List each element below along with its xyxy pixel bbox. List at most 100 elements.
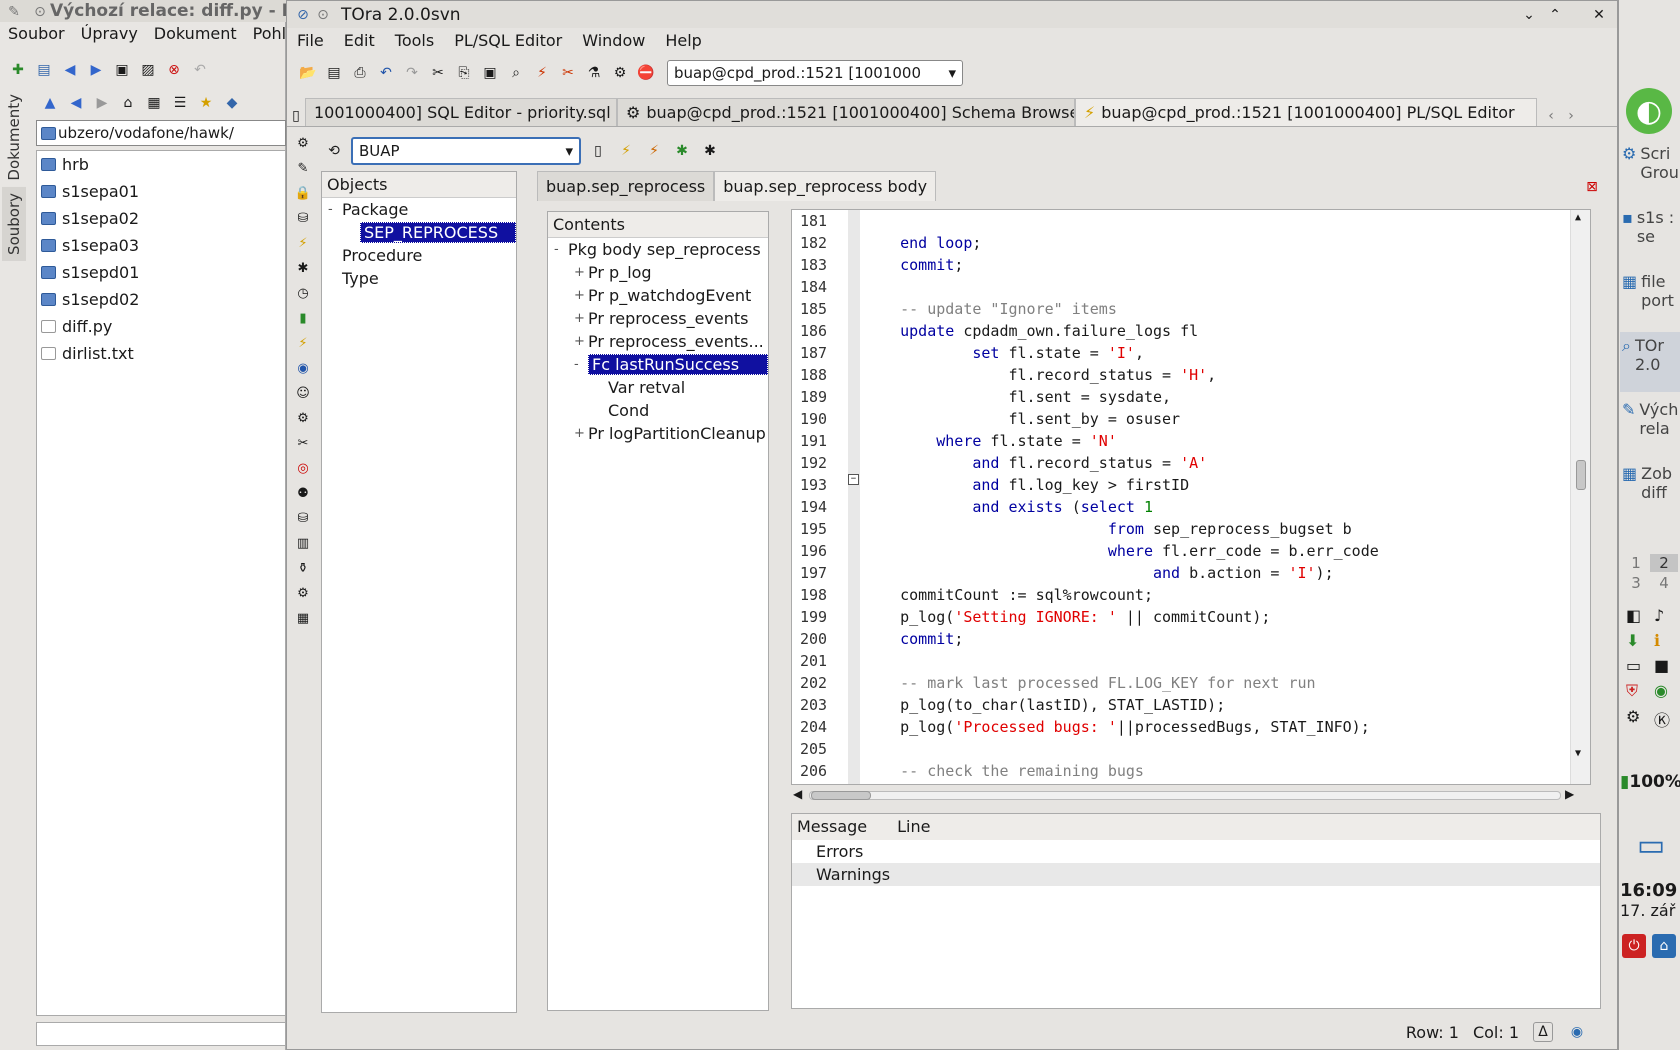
- collapse-icon[interactable]: -: [554, 242, 568, 257]
- bookmark-icon[interactable]: ★: [196, 93, 216, 113]
- fb-forward-icon[interactable]: ▶: [92, 93, 112, 113]
- scroll-up-icon[interactable]: ▲: [1575, 212, 1581, 223]
- maximize-icon[interactable]: ⌃: [1545, 5, 1565, 25]
- scroll-right-icon[interactable]: ▶: [1565, 787, 1574, 801]
- horizontal-scrollbar[interactable]: ◀ ▶: [791, 787, 1591, 805]
- code-line[interactable]: -- update "Ignore" items: [860, 298, 1570, 320]
- task-file-portal[interactable]: ▦ file port: [1620, 268, 1680, 328]
- minimize-icon[interactable]: ⌄: [1519, 5, 1539, 25]
- file-list-item[interactable]: s1sepa02: [37, 205, 285, 232]
- forward-icon[interactable]: ▶: [86, 60, 106, 80]
- tab-soubory[interactable]: Soubory: [2, 186, 26, 261]
- refresh-icon[interactable]: ⟲: [323, 140, 345, 162]
- scroll-down-icon[interactable]: ▼: [1575, 748, 1581, 759]
- laptop-icon[interactable]: ▭: [1626, 828, 1676, 868]
- code-text[interactable]: end loop; commit; -- update "Ignore" ite…: [860, 210, 1570, 784]
- tree-item[interactable]: Var retval: [548, 376, 768, 399]
- expand-icon[interactable]: +: [574, 334, 588, 349]
- redo-icon[interactable]: ↷: [401, 62, 423, 84]
- globe-icon[interactable]: ◉: [294, 358, 312, 378]
- desktop-1[interactable]: 1: [1622, 554, 1650, 572]
- tree-item[interactable]: Type: [322, 267, 516, 290]
- code-line[interactable]: end loop;: [860, 232, 1570, 254]
- stop-icon[interactable]: ⛔: [635, 62, 657, 84]
- lock-icon[interactable]: ⌂: [1652, 934, 1676, 958]
- db-compare-icon[interactable]: ⛁: [294, 508, 312, 528]
- task-kate[interactable]: ✎ Vých rela: [1620, 396, 1680, 456]
- file-list-item[interactable]: s1sepa03: [37, 232, 285, 259]
- task-tora[interactable]: ⌕ TOr 2.0: [1620, 332, 1680, 392]
- info-icon[interactable]: ℹ: [1654, 631, 1676, 650]
- file-list-item[interactable]: s1sepa01: [37, 178, 285, 205]
- sync-icon[interactable]: ◆: [222, 93, 242, 113]
- file-list-item[interactable]: s1sepd01: [37, 259, 285, 286]
- session-icon[interactable]: ☺: [294, 383, 312, 403]
- up-icon[interactable]: ▲: [40, 93, 60, 113]
- back-icon[interactable]: ◀: [60, 60, 80, 80]
- vertical-scrollbar[interactable]: ▲ ▼: [1570, 210, 1590, 784]
- monitor-icon[interactable]: ⚙: [294, 408, 312, 428]
- power-icon[interactable]: ⏻: [1622, 934, 1646, 958]
- close-editor-icon[interactable]: ⊠: [1582, 177, 1602, 197]
- code-line[interactable]: and fl.log_key > firstID: [860, 474, 1570, 496]
- save-icon[interactable]: ▤: [34, 60, 54, 80]
- connection-select[interactable]: buap@cpd_prod.:1521 [1001000 ▾: [667, 60, 963, 86]
- code-line[interactable]: [860, 276, 1570, 298]
- paste-icon[interactable]: ▣: [479, 62, 501, 84]
- close-icon[interactable]: ✕: [1589, 5, 1609, 25]
- compile-icon[interactable]: ⚡: [615, 140, 637, 162]
- task-diff[interactable]: ▦ Zob diff: [1620, 460, 1680, 520]
- new-sheet-icon[interactable]: ▯: [587, 140, 609, 162]
- tab-sql-editor[interactable]: 1001000400] SQL Editor - priority.sql: [305, 98, 617, 126]
- rollback-segment-icon[interactable]: ⚱: [294, 558, 312, 578]
- lifebuoy-icon[interactable]: ◎: [294, 458, 312, 478]
- code-line[interactable]: and fl.record_status = 'A': [860, 452, 1570, 474]
- delta-icon[interactable]: Δ: [1533, 1022, 1553, 1042]
- volume-icon[interactable]: ♪: [1654, 606, 1676, 625]
- copy-icon[interactable]: ⎘: [453, 62, 475, 84]
- code-line[interactable]: -- check the remaining bugs: [860, 760, 1570, 782]
- code-line[interactable]: from sep_reprocess_bugset b: [860, 518, 1570, 540]
- desktop-3[interactable]: 3: [1622, 574, 1650, 592]
- kate-filter-field[interactable]: [36, 1022, 286, 1046]
- cut-icon[interactable]: ✂: [427, 62, 449, 84]
- menu-plsql-editor[interactable]: PL/SQL Editor: [444, 29, 572, 53]
- rollback-icon[interactable]: ⚙: [609, 62, 631, 84]
- plsql-icon[interactable]: ⚡: [294, 233, 312, 253]
- code-line[interactable]: p_log('Processed bugs: '||processedBugs,…: [860, 716, 1570, 738]
- code-line[interactable]: fl.record_status = 'H',: [860, 364, 1570, 386]
- detail-view-icon[interactable]: ▦: [144, 93, 164, 113]
- pin-icon[interactable]: ⊙: [313, 5, 333, 25]
- code-line[interactable]: commit;: [860, 254, 1570, 276]
- screen-icon[interactable]: ■: [1654, 656, 1676, 675]
- sql-output-icon[interactable]: ⚡: [294, 333, 312, 353]
- battery-indicator[interactable]: ▮100%: [1620, 772, 1680, 792]
- tab-dokumenty[interactable]: Dokumenty: [2, 88, 26, 187]
- schema-browser-icon[interactable]: ⚙: [294, 133, 312, 153]
- tab-schema-browser[interactable]: ⚙ buap@cpd_prod.:1521 [1001000400] Schema…: [617, 98, 1075, 126]
- errors-row[interactable]: Errors: [792, 840, 1600, 863]
- tab-plsql-editor[interactable]: ⚡ buap@cpd_prod.:1521 [1001000400] PL/SQL…: [1075, 98, 1537, 126]
- collapse-icon[interactable]: -: [574, 357, 588, 372]
- klipper-icon[interactable]: Ⓚ: [1654, 707, 1676, 731]
- kate-menu-upravy[interactable]: Úpravy: [81, 24, 138, 50]
- expand-icon[interactable]: +: [574, 426, 588, 441]
- update-icon[interactable]: ◉: [1654, 681, 1676, 701]
- col-line[interactable]: Line: [897, 817, 930, 837]
- connect-icon[interactable]: ⚡: [531, 62, 553, 84]
- path-combobox[interactable]: ubzero/vodafone/hawk/: [36, 120, 286, 146]
- desktop-2[interactable]: 2: [1650, 554, 1678, 572]
- code-line[interactable]: -- mark last processed FL.LOG_KEY for ne…: [860, 672, 1570, 694]
- compile-warn-icon[interactable]: ⚡: [643, 140, 665, 162]
- tree-item[interactable]: Procedure: [322, 244, 516, 267]
- tree-item[interactable]: + Pr reprocess_events...: [548, 330, 768, 353]
- tab-package-body[interactable]: buap.sep_reprocess body: [714, 171, 937, 201]
- code-line[interactable]: and b.action = 'I');: [860, 562, 1570, 584]
- menu-edit[interactable]: Edit: [334, 29, 385, 53]
- code-line[interactable]: set fl.state = 'I',: [860, 342, 1570, 364]
- template-icon[interactable]: ⚉: [294, 483, 312, 503]
- schema-select[interactable]: BUAP ▾: [351, 137, 581, 165]
- desktop-4[interactable]: 4: [1650, 574, 1678, 592]
- menu-tools[interactable]: Tools: [385, 29, 444, 53]
- pin-icon[interactable]: ⊙: [30, 2, 50, 22]
